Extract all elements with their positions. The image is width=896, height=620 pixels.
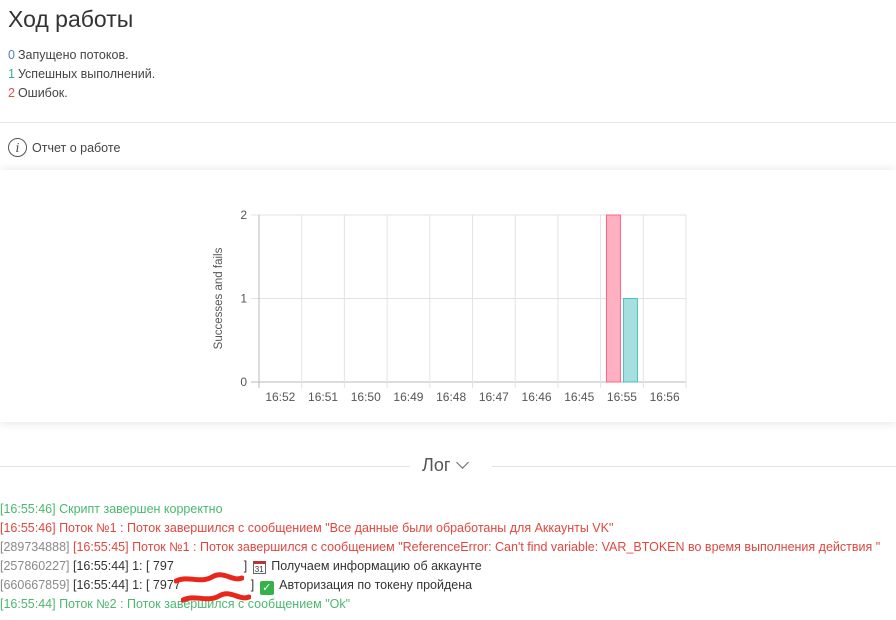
log-message: [16:55:44] Поток №2 : Поток завершился с… [0, 597, 351, 611]
x-tick-label: 16:50 [351, 390, 381, 404]
stat-value: 2 [8, 86, 15, 100]
divider [0, 122, 896, 123]
log-entry: [16:55:46] Скрипт завершен корректно [0, 500, 880, 519]
x-tick-label: 16:49 [393, 390, 423, 404]
page-title: Ход работы [8, 6, 134, 32]
log-message: Получаем информацию об аккаунте [267, 559, 482, 573]
stat-label: Успешных выполнений. [17, 67, 156, 81]
x-tick-label: 16:47 [479, 390, 509, 404]
y-tick-label: 1 [240, 292, 247, 306]
stat-label: Запущено потоков. [17, 48, 129, 62]
log-message: [16:55:45] Поток №1 : Поток завершился с… [73, 540, 881, 554]
log-message: [16:55:44] 1: [ 7977 [73, 578, 181, 592]
bar [605, 214, 621, 383]
stat-errors: 2 Ошибок. [8, 86, 68, 100]
log-entry: [289734888] [16:55:45] Поток №1 : Поток … [0, 538, 880, 557]
x-tick-label: 16:56 [650, 390, 680, 404]
x-tick-label: 16:45 [564, 390, 594, 404]
y-tick-label: 2 [240, 208, 247, 222]
info-icon: i [8, 138, 27, 157]
bar [622, 298, 638, 383]
chart-card: 0 1 2 16:52 16:51 16:50 16:49 16:48 16:47 16:46 16… [0, 170, 896, 422]
log-entry: [257860227] [16:55:44] 1: [ 797] 31 Полу… [0, 557, 880, 584]
log-thread-id: [257860227] [0, 559, 73, 573]
stat-value: 0 [8, 48, 15, 62]
log-message: Авторизация по токену пройдена [275, 578, 473, 592]
report-link-label: Отчет о работе [32, 140, 121, 155]
log-message: ] [243, 559, 251, 573]
log-entry: [16:55:44] Поток №2 : Поток завершился с… [0, 595, 880, 614]
log-message: [16:55:44] 1: [ 797 [73, 559, 174, 573]
log-entry: [16:55:46] Поток №1 : Поток завершился с… [0, 519, 880, 538]
log-title: Лог [422, 455, 451, 475]
log-thread-id: [289734888] [0, 540, 73, 554]
x-tick-label: 16:55 [607, 390, 637, 404]
bar-chart: 0 1 2 16:52 16:51 16:50 16:49 16:48 16:47 16:46 16… [213, 208, 687, 404]
log-header: Лог [0, 454, 896, 478]
divider [492, 466, 896, 467]
log-list: [16:55:46] Скрипт завершен корректно [16:… [0, 500, 880, 614]
stat-successes: 1 Успешных выполнений. [8, 67, 155, 81]
log-thread-id: [660667859] [0, 578, 73, 592]
divider [0, 466, 410, 467]
x-tick-label: 16:46 [522, 390, 552, 404]
stat-label: Ошибок. [17, 86, 68, 100]
stat-threads-started: 0 Запущено потоков. [8, 48, 129, 62]
calendar-icon: 31 [252, 561, 266, 574]
log-message: ] [250, 578, 258, 592]
x-tick-label: 16:51 [308, 390, 338, 404]
log-message: [16:55:46] Скрипт завершен корректно [0, 502, 223, 516]
log-entry: [660667859] [16:55:44] 1: [ 7977] ✓ Авто… [0, 576, 880, 603]
stat-value: 1 [8, 67, 15, 81]
report-link[interactable]: i Отчет о работе [8, 138, 120, 157]
log-message: [16:55:46] Поток №1 : Поток завершился с… [0, 521, 614, 535]
checkmark-icon: ✓ [259, 581, 274, 595]
y-tick-label: 0 [240, 375, 247, 389]
x-tick-label: 16:52 [265, 390, 295, 404]
chevron-down-icon [456, 456, 470, 469]
y-axis-label: Successes and fails [213, 247, 225, 349]
x-tick-label: 16:48 [436, 390, 466, 404]
log-toggle[interactable]: Лог [422, 455, 470, 476]
